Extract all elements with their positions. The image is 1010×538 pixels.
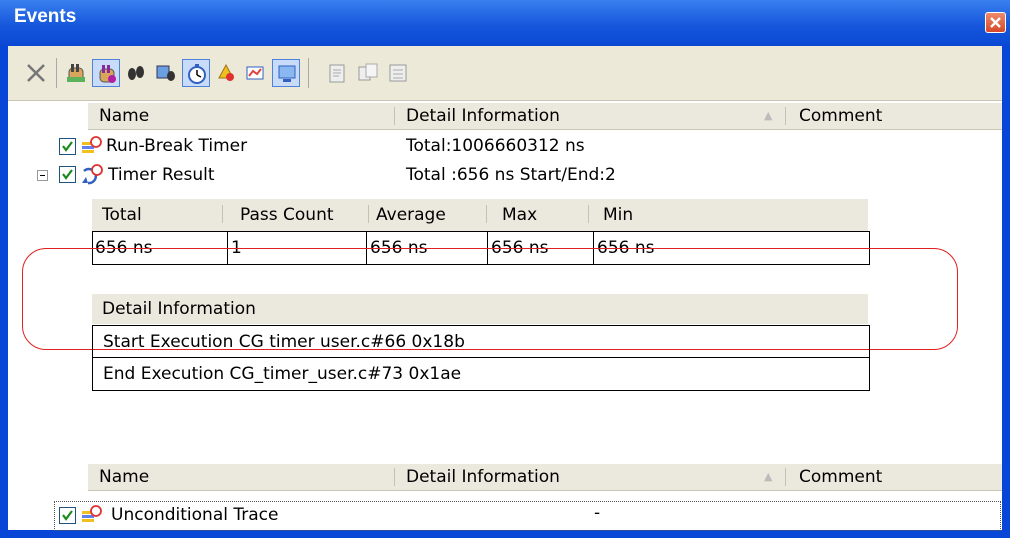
event-checkbox[interactable]	[59, 507, 76, 524]
trace-button[interactable]	[122, 59, 150, 87]
event-name: Unconditional Trace	[111, 505, 279, 525]
check-mark-icon	[62, 141, 73, 152]
event-detail: Total:1006660312 ns	[406, 136, 585, 156]
edit-comment-icon	[329, 64, 345, 83]
column-average: Average	[376, 205, 446, 225]
header-detail[interactable]: Detail Information	[406, 106, 560, 126]
detail-start: Start Execution CG timer user.c#66 0x18b	[103, 332, 465, 352]
toolbar-separator	[308, 58, 309, 88]
sort-arrow-icon: ▲	[764, 470, 773, 483]
hardware-break-icon	[67, 64, 85, 82]
window-title: Events	[14, 6, 77, 27]
column-separator	[394, 468, 395, 486]
performance-icon	[246, 66, 264, 80]
copy-event-icon	[358, 63, 378, 81]
event-list-button[interactable]	[384, 59, 412, 87]
sort-arrow-icon: ▲	[764, 109, 773, 122]
table-header: Name Detail Information ▲ Comment	[88, 103, 1002, 130]
event-condition-icon	[218, 63, 234, 81]
event-list-icon	[389, 64, 407, 82]
trace-display-button[interactable]	[152, 59, 180, 87]
timer-icon	[188, 64, 206, 84]
close-button[interactable]	[985, 12, 1006, 33]
column-separator	[222, 205, 223, 223]
close-icon	[990, 17, 1001, 28]
header-name[interactable]: Name	[99, 467, 149, 487]
software-break-button[interactable]	[92, 59, 120, 87]
event-name: Timer Result	[108, 165, 215, 185]
event-detail: Total :656 ns Start/End:2	[406, 165, 616, 185]
copy-event-button[interactable]	[354, 59, 382, 87]
events-window: Events Name Detail Information ▲ Comment…	[0, 0, 1010, 538]
timer-result-header: Total Pass Count Average Max Min	[92, 199, 868, 231]
detail-end: End Execution CG_timer_user.c#73 0x1ae	[103, 364, 462, 384]
column-separator	[394, 107, 395, 125]
event-checkbox[interactable]	[59, 138, 76, 155]
header-name[interactable]: Name	[99, 106, 149, 126]
column-separator	[588, 205, 589, 223]
software-break-icon	[99, 65, 116, 83]
detail-info-title: Detail Information	[102, 299, 256, 319]
column-pass-count: Pass Count	[240, 205, 334, 225]
event-condition-button[interactable]	[212, 59, 240, 87]
column-separator	[486, 205, 487, 223]
check-mark-icon	[62, 510, 73, 521]
detail-info-table: Start Execution CG timer user.c#66 0x18b…	[92, 325, 870, 391]
column-max: Max	[502, 205, 538, 225]
minus-icon	[40, 175, 45, 176]
column-total: Total	[102, 205, 142, 225]
column-separator	[368, 205, 369, 223]
table-header: Name Detail Information ▲ Comment	[88, 464, 1002, 491]
trace-display-icon	[156, 65, 175, 81]
header-detail[interactable]: Detail Information	[406, 467, 560, 487]
trace-icon	[128, 66, 144, 80]
performance-button[interactable]	[242, 59, 270, 87]
header-comment[interactable]: Comment	[799, 467, 882, 487]
hardware-break-button[interactable]	[62, 59, 90, 87]
column-separator	[785, 468, 786, 486]
column-min: Min	[603, 205, 634, 225]
collapse-toggle[interactable]	[37, 170, 48, 181]
toolbar-separator	[56, 58, 57, 88]
column-separator	[785, 107, 786, 125]
event-detail: -	[594, 503, 601, 523]
events-list: Name Detail Information ▲ Comment Run-Br…	[8, 101, 1002, 531]
edit-comment-button[interactable]	[324, 59, 352, 87]
run-break-timer-icon	[82, 136, 102, 153]
toolbar	[8, 46, 1002, 101]
event-checkbox[interactable]	[59, 166, 76, 183]
unconditional-trace-icon	[82, 505, 102, 522]
event-name: Run-Break Timer	[106, 136, 248, 156]
event-list-toggle-button[interactable]	[272, 59, 300, 87]
delete-x-icon	[27, 64, 45, 82]
detail-info-header: Detail Information	[92, 294, 868, 324]
timer-result-icon	[82, 164, 103, 185]
title-bar[interactable]: Events	[0, 0, 1010, 46]
delete-button[interactable]	[22, 59, 50, 87]
monitor-icon	[278, 65, 296, 82]
check-mark-icon	[62, 169, 73, 180]
timer-button[interactable]	[182, 59, 210, 87]
header-comment[interactable]: Comment	[799, 106, 882, 126]
row-divider	[93, 357, 869, 358]
window-body: Name Detail Information ▲ Comment Run-Br…	[8, 46, 1002, 531]
